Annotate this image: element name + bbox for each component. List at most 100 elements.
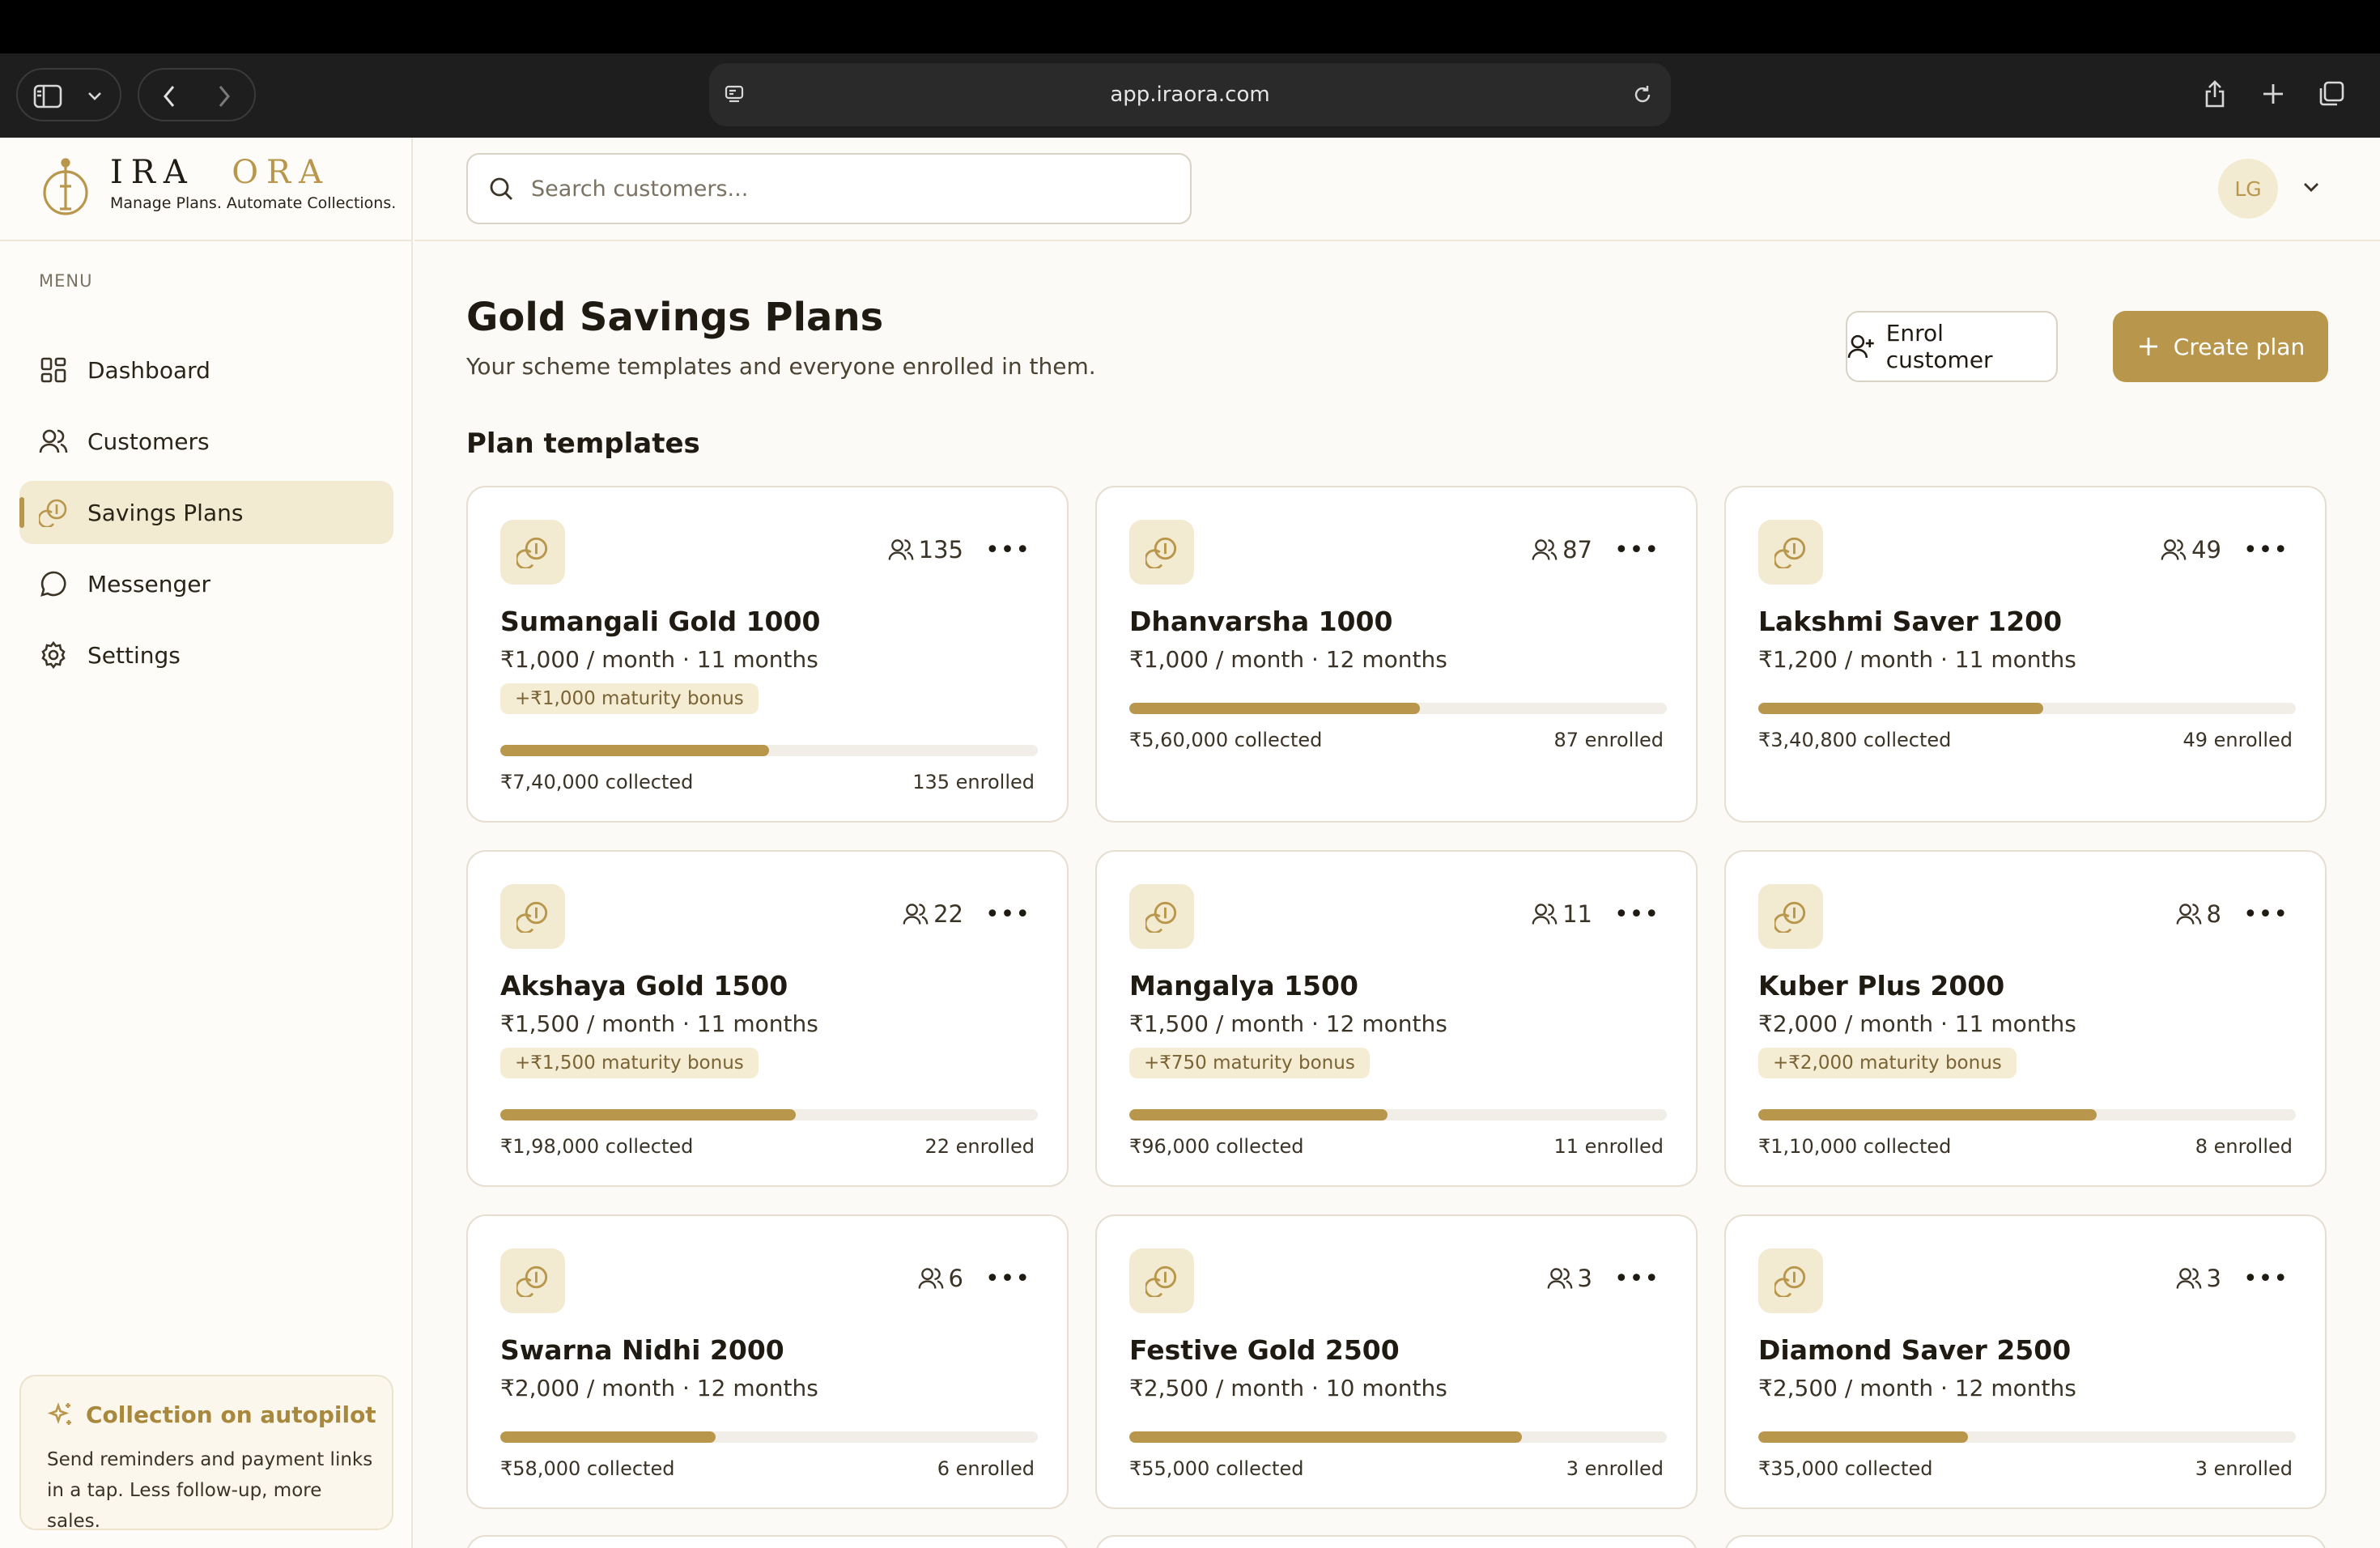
avatar[interactable]: LG xyxy=(2218,159,2278,219)
collected-amount: ₹35,000 collected xyxy=(1758,1457,1933,1480)
plan-card[interactable]: 11 ••• Mangalya 1500 ₹1,500 / month · 12 mo… xyxy=(1095,850,1698,1187)
sidebar-item-label: Savings Plans xyxy=(87,499,244,526)
collection-progress-fill xyxy=(1758,703,2043,714)
plan-name: Swarna Nidhi 2000 xyxy=(500,1334,784,1366)
plan-card[interactable] xyxy=(1095,1535,1698,1548)
coins-icon xyxy=(1758,884,1823,949)
plan-card[interactable]: 87 ••• Dhanvarsha 1000 ₹1,000 / month · 12 … xyxy=(1095,486,1698,823)
coins-icon xyxy=(1129,1248,1194,1313)
collected-amount: ₹1,98,000 collected xyxy=(500,1135,694,1158)
users-icon xyxy=(1532,901,1562,927)
collection-progress-bar xyxy=(1758,1431,2296,1443)
more-options-icon[interactable]: ••• xyxy=(1614,536,1659,564)
coins-icon xyxy=(37,496,70,529)
users-icon xyxy=(1547,1265,1578,1291)
history-nav-group xyxy=(138,68,256,121)
create-plan-button[interactable]: Create plan xyxy=(2113,311,2328,382)
create-plan-label: Create plan xyxy=(2173,333,2306,360)
sidebar-item-dashboard[interactable]: Dashboard xyxy=(19,338,393,402)
collection-progress-fill xyxy=(500,745,769,756)
new-tab-icon[interactable] xyxy=(2257,78,2289,110)
sidebar-item-settings[interactable]: Settings xyxy=(19,623,393,687)
sidebar-toggle-group[interactable] xyxy=(16,68,121,121)
plan-terms: ₹2,000 / month · 12 months xyxy=(500,1375,818,1401)
search-input[interactable] xyxy=(531,176,1179,202)
search-icon xyxy=(490,177,512,200)
brand-tagline: Manage Plans. Automate Collections. xyxy=(110,194,397,212)
plus-icon xyxy=(2139,338,2157,355)
chevron-down-icon[interactable] xyxy=(83,84,107,108)
back-icon[interactable] xyxy=(154,81,185,112)
collection-progress-bar xyxy=(500,1431,1038,1443)
sidebar-item-savings-plans[interactable]: Savings Plans xyxy=(19,481,393,544)
coins-icon xyxy=(1758,520,1823,585)
plan-terms: ₹2,500 / month · 12 months xyxy=(1758,1375,2076,1401)
collection-progress-bar xyxy=(500,745,1038,756)
plan-terms: ₹1,000 / month · 12 months xyxy=(1129,646,1447,673)
forward-icon[interactable] xyxy=(209,81,240,112)
sidebar-item-customers[interactable]: Customers xyxy=(19,410,393,473)
plan-terms: ₹1,200 / month · 11 months xyxy=(1758,646,2076,673)
enrolled-count-value: 22 xyxy=(933,900,963,928)
enrolled-count-value: 49 xyxy=(2191,536,2221,563)
more-options-icon[interactable]: ••• xyxy=(2243,1265,2288,1293)
enrolled-label: 135 enrolled xyxy=(912,771,1035,793)
plan-card[interactable]: 49 ••• Lakshmi Saver 1200 ₹1,200 / month · … xyxy=(1724,486,2327,823)
plan-card[interactable]: 6 ••• Swarna Nidhi 2000 ₹2,000 / month · 12… xyxy=(466,1214,1069,1509)
maturity-bonus-badge: +₹750 maturity bonus xyxy=(1129,1048,1370,1078)
more-options-icon[interactable]: ••• xyxy=(985,900,1030,929)
search-bar[interactable] xyxy=(466,153,1192,224)
more-options-icon[interactable]: ••• xyxy=(1614,1265,1659,1293)
collection-progress-bar xyxy=(1129,1431,1667,1443)
collected-amount: ₹55,000 collected xyxy=(1129,1457,1304,1480)
sidebar-item-label: Messenger xyxy=(87,570,211,598)
url-text[interactable]: app.iraora.com xyxy=(709,63,1671,126)
enrolled-count: 49 xyxy=(2161,536,2221,563)
enrolled-count-value: 6 xyxy=(948,1265,963,1292)
collected-amount: ₹96,000 collected xyxy=(1129,1135,1304,1158)
autopilot-promo-card[interactable]: Collection on autopilot Send reminders a… xyxy=(19,1375,393,1532)
plan-card[interactable]: 22 ••• Akshaya Gold 1500 ₹1,500 / month · 1… xyxy=(466,850,1069,1187)
plan-card[interactable]: 3 ••• Festive Gold 2500 ₹2,500 / month · 10… xyxy=(1095,1214,1698,1509)
collection-progress-fill xyxy=(1129,703,1420,714)
plan-name: Kuber Plus 2000 xyxy=(1758,970,2005,1002)
enrolled-count-value: 87 xyxy=(1562,536,1592,563)
collection-progress-bar xyxy=(500,1109,1038,1121)
promo-title: Collection on autopilot xyxy=(47,1401,376,1428)
tabs-overview-icon[interactable] xyxy=(2315,78,2348,110)
more-options-icon[interactable]: ••• xyxy=(985,1265,1030,1293)
users-icon xyxy=(903,901,933,927)
plan-name: Sumangali Gold 1000 xyxy=(500,606,821,637)
logo-icon xyxy=(43,158,88,215)
sidebar-item-messenger[interactable]: Messenger xyxy=(19,552,393,615)
enrol-customer-button[interactable]: Enrol customer xyxy=(1846,311,2058,382)
plan-card[interactable]: 8 ••• Kuber Plus 2000 ₹2,000 / month · 11 m… xyxy=(1724,850,2327,1187)
plan-card[interactable]: 3 ••• Diamond Saver 2500 ₹2,500 / month · 1… xyxy=(1724,1214,2327,1509)
user-plus-icon xyxy=(1847,334,1874,359)
more-options-icon[interactable]: ••• xyxy=(2243,900,2288,929)
more-options-icon[interactable]: ••• xyxy=(2243,536,2288,564)
address-bar[interactable]: app.iraora.com xyxy=(709,63,1671,126)
brand-name: IRA ORA xyxy=(110,154,331,191)
plan-card[interactable] xyxy=(466,1535,1069,1548)
users-icon xyxy=(888,537,919,563)
plan-card[interactable] xyxy=(1724,1535,2327,1548)
more-options-icon[interactable]: ••• xyxy=(985,536,1030,564)
collection-progress-fill xyxy=(1129,1431,1522,1443)
dashboard-icon xyxy=(37,354,70,386)
coins-icon xyxy=(1129,520,1194,585)
plan-card[interactable]: 135 ••• Sumangali Gold 1000 ₹1,000 / month … xyxy=(466,486,1069,823)
promo-text: Send reminders and payment links in a ta… xyxy=(47,1449,373,1532)
coins-icon xyxy=(500,884,565,949)
share-icon[interactable] xyxy=(2199,78,2231,110)
reload-icon[interactable] xyxy=(1629,81,1656,108)
users-icon xyxy=(1532,537,1562,563)
sidebar-icon[interactable] xyxy=(32,81,63,112)
maturity-bonus-badge: +₹2,000 maturity bonus xyxy=(1758,1048,2017,1078)
plan-terms: ₹1,500 / month · 11 months xyxy=(500,1010,818,1037)
chevron-down-icon[interactable] xyxy=(2297,173,2325,201)
more-options-icon[interactable]: ••• xyxy=(1614,900,1659,929)
enrolled-count: 8 xyxy=(2176,900,2221,928)
plan-terms: ₹1,000 / month · 11 months xyxy=(500,646,818,673)
collection-progress-fill xyxy=(1129,1109,1388,1121)
